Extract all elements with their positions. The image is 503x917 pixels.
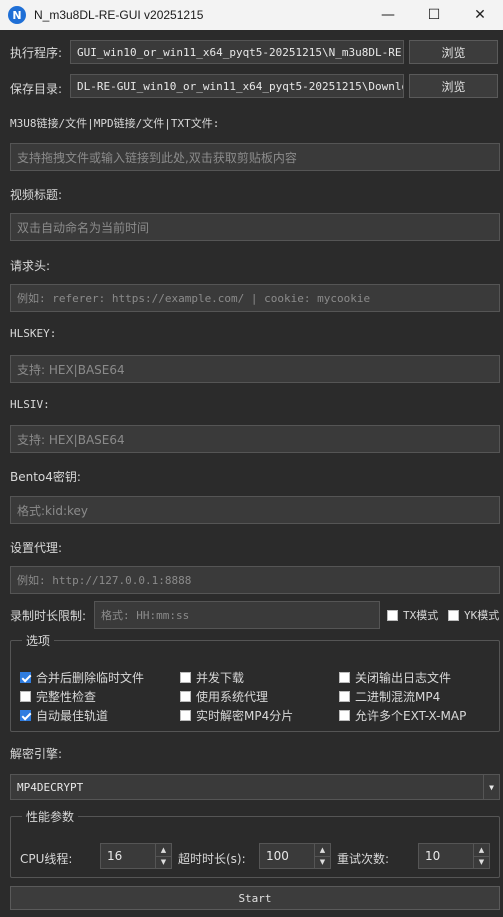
tx-mode-checkbox[interactable]: TX模式 — [387, 607, 438, 623]
spin-up-icon[interactable]: ▲ — [315, 844, 330, 857]
option-system-proxy[interactable]: 使用系统代理 — [180, 688, 268, 705]
timeout-value: 100 — [266, 849, 289, 863]
retry-label: 重试次数: — [337, 852, 390, 866]
window-title: N_m3u8DL-RE-GUI v20251215 — [34, 8, 204, 22]
checkbox-icon — [180, 691, 191, 702]
duration-label: 录制时长限制: — [10, 609, 87, 623]
checkbox-icon — [339, 710, 350, 721]
hlskey-input[interactable]: 支持: HEX|BASE64 — [10, 355, 500, 383]
minimize-button[interactable]: — — [365, 0, 411, 30]
checkbox-icon — [180, 672, 191, 683]
tx-mode-check-icon — [387, 609, 398, 621]
yk-mode-checkbox[interactable]: YK模式 — [448, 607, 499, 623]
proxy-label: 设置代理: — [10, 541, 63, 555]
option-concurrent-download[interactable]: 并发下载 — [180, 669, 244, 686]
headers-input[interactable]: 例如: referer: https://example.com/ | cook… — [10, 284, 500, 312]
spin-down-icon[interactable]: ▼ — [474, 857, 489, 869]
option-realtime-decrypt[interactable]: 实时解密MP4分片 — [180, 707, 293, 724]
proxy-input[interactable]: 例如: http://127.0.0.1:8888 — [10, 566, 500, 594]
spin-up-icon[interactable]: ▲ — [474, 844, 489, 857]
save-dir-label: 保存目录: — [10, 82, 63, 96]
checkbox-checked-icon — [20, 672, 31, 683]
app-logo-icon: N — [8, 6, 26, 24]
hlsiv-input[interactable]: 支持: HEX|BASE64 — [10, 425, 500, 453]
option-multi-ext-map[interactable]: 允许多个EXT-X-MAP — [339, 707, 466, 724]
url-label: M3U8链接/文件|MPD链接/文件|TXT文件: — [10, 117, 220, 130]
exec-browse-button[interactable]: 浏览 — [409, 40, 498, 64]
spin-down-icon[interactable]: ▼ — [156, 857, 171, 869]
hlskey-label: HLSKEY: — [10, 327, 57, 340]
url-input[interactable]: 支持拖拽文件或输入链接到此处,双击获取剪贴板内容 — [10, 143, 500, 171]
cpu-threads-spinbox[interactable]: 16 ▲ ▼ — [100, 843, 172, 869]
duration-input[interactable]: 格式: HH:mm:ss — [94, 601, 380, 629]
checkbox-checked-icon — [20, 710, 31, 721]
option-integrity-check[interactable]: 完整性检查 — [20, 688, 96, 705]
chevron-down-icon[interactable]: ▼ — [483, 775, 499, 799]
bento4-label: Bento4密钥: — [10, 470, 81, 484]
cpu-threads-label: CPU线程: — [20, 852, 73, 866]
save-dir-input[interactable]: DL-RE-GUI_win10_or_win11_x64_pyqt5-20251… — [70, 74, 404, 98]
headers-label: 请求头: — [10, 259, 51, 273]
exec-path-input[interactable]: GUI_win10_or_win11_x64_pyqt5-20251215\N_… — [70, 40, 404, 64]
checkbox-icon — [339, 691, 350, 702]
option-delete-temp[interactable]: 合并后删除临时文件 — [20, 669, 144, 686]
close-button[interactable]: ✕ — [457, 0, 503, 30]
options-group-title: 选项 — [22, 632, 55, 649]
checkbox-icon — [20, 691, 31, 702]
video-title-input[interactable]: 双击自动命名为当前时间 — [10, 213, 500, 241]
decrypt-engine-select[interactable]: MP4DECRYPT ▼ — [10, 774, 500, 800]
decrypt-engine-label: 解密引擎: — [10, 747, 63, 761]
decrypt-engine-value: MP4DECRYPT — [17, 780, 84, 794]
yk-mode-check-icon — [448, 609, 459, 621]
exec-label: 执行程序: — [10, 46, 63, 60]
checkbox-icon — [180, 710, 191, 721]
timeout-spinbox[interactable]: 100 ▲ ▼ — [259, 843, 331, 869]
timeout-label: 超时时长(s): — [178, 852, 246, 866]
option-binary-merge[interactable]: 二进制混流MP4 — [339, 688, 440, 705]
option-disable-log[interactable]: 关闭输出日志文件 — [339, 669, 451, 686]
spin-down-icon[interactable]: ▼ — [315, 857, 330, 869]
bento4-key-input[interactable]: 格式:kid:key — [10, 496, 500, 524]
maximize-button[interactable]: ☐ — [411, 0, 457, 30]
option-auto-best-track[interactable]: 自动最佳轨道 — [20, 707, 108, 724]
retry-value: 10 — [425, 849, 441, 863]
cpu-threads-value: 16 — [107, 849, 123, 863]
save-browse-button[interactable]: 浏览 — [409, 74, 498, 98]
hlsiv-label: HLSIV: — [10, 398, 50, 411]
checkbox-icon — [339, 672, 350, 683]
title-bar: N N_m3u8DL-RE-GUI v20251215 — ☐ ✕ — [0, 0, 503, 30]
video-title-label: 视频标题: — [10, 188, 63, 202]
retry-spinbox[interactable]: 10 ▲ ▼ — [418, 843, 490, 869]
start-button[interactable]: Start — [10, 886, 500, 910]
perf-group-title: 性能参数 — [22, 808, 79, 825]
spin-up-icon[interactable]: ▲ — [156, 844, 171, 857]
